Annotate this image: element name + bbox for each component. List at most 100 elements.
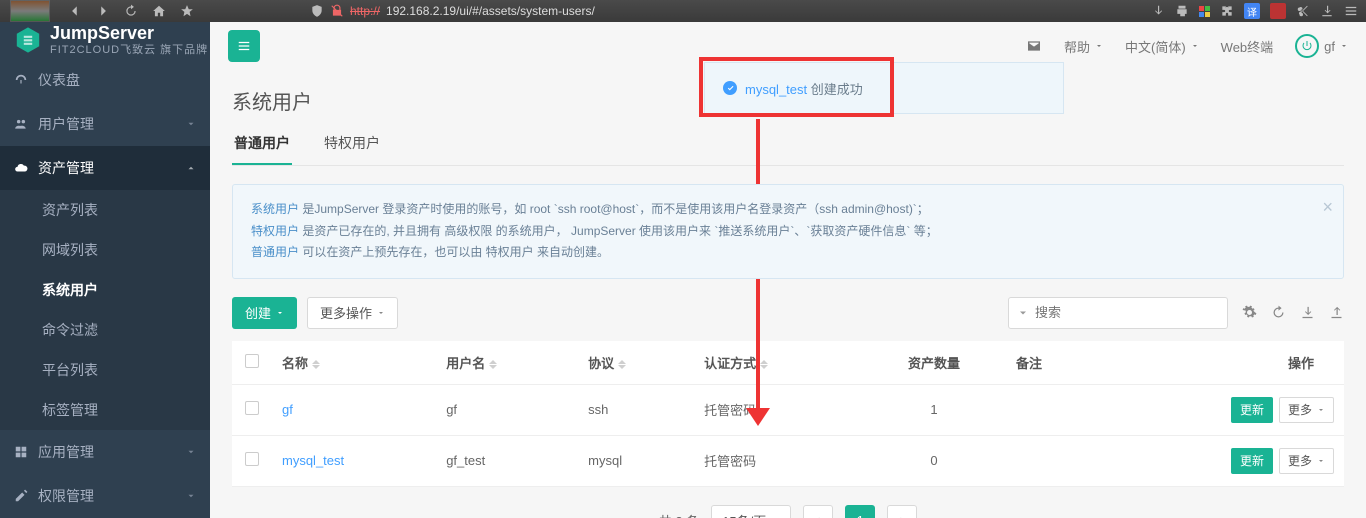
toast-link[interactable]: mysql_test [745,82,807,97]
import-icon[interactable] [1329,305,1344,320]
search-input[interactable] [1035,305,1219,320]
close-icon[interactable]: × [1322,191,1333,223]
web-terminal-link[interactable]: Web终端 [1221,37,1274,56]
row-checkbox[interactable] [245,452,259,466]
cell-protocol: ssh [578,384,694,435]
prev-page[interactable] [803,505,833,518]
page-size-select[interactable]: 15条/页 [711,505,791,518]
toolbar: 创建 更多操作 [232,297,1344,329]
tab-normal-user[interactable]: 普通用户 [232,123,292,165]
search-box[interactable] [1008,297,1228,329]
save-down-icon[interactable] [1320,4,1334,18]
sidebar-item-dashboard[interactable]: 仪表盘 [0,58,210,102]
mail-button[interactable] [1026,38,1042,54]
more-label: 更多 [1288,401,1312,418]
col-ops: 操作 [1098,341,1344,385]
sidebar-item-apps[interactable]: 应用管理 [0,430,210,474]
home-icon[interactable] [152,4,166,18]
table-row: mysql_test gf_test mysql 托管密码 0 更新 更多 [232,435,1344,486]
shield-icon [310,4,324,18]
logo-slogan: FIT2CLOUD飞致云 旗下品牌 [50,44,208,56]
name-link[interactable]: mysql_test [282,453,344,468]
sidebar-item-assets[interactable]: 资产管理 [0,146,210,190]
subnav-system-users[interactable]: 系统用户 [0,270,210,310]
annotation-arrow-head [746,408,770,426]
update-button[interactable]: 更新 [1231,448,1273,474]
star-icon[interactable] [180,4,194,18]
url-http: http:// [350,4,380,18]
translate-icon[interactable]: 译 [1244,3,1260,19]
logo[interactable]: JumpServer FIT2CLOUD飞致云 旗下品牌 [0,22,210,58]
select-all-checkbox[interactable] [245,354,259,368]
cell-assets: 1 [862,384,1006,435]
gear-icon[interactable] [1242,305,1257,320]
subnav-platform-list[interactable]: 平台列表 [0,350,210,390]
subnav-cmd-filter[interactable]: 命令过滤 [0,310,210,350]
export-icon[interactable] [1300,305,1315,320]
subnav-asset-list[interactable]: 资产列表 [0,190,210,230]
users-icon [14,117,28,131]
download-icon[interactable] [1151,4,1165,18]
scissors-icon[interactable] [1296,4,1310,18]
alert-text: 是资产已存在的, 并且拥有 高级权限 的系统用户， JumpServer 使用该… [299,224,938,238]
refresh-icon[interactable] [1271,305,1286,320]
user-dropdown[interactable]: gf [1295,34,1348,58]
forward-icon[interactable] [96,4,110,18]
page-size-label: 15条/页 [722,511,766,518]
subnav-label-mgmt[interactable]: 标签管理 [0,390,210,430]
sidebar-toggle[interactable] [228,30,260,62]
extension-icon[interactable] [1270,3,1286,19]
subnav-domain-list[interactable]: 网域列表 [0,230,210,270]
puzzle-icon[interactable] [1220,4,1234,18]
col-auth[interactable]: 认证方式 [694,341,862,385]
alert-keyword: 普通用户 [251,245,299,259]
sidebar-label: 权限管理 [38,486,94,506]
sidebar-item-perms[interactable]: 权限管理 [0,474,210,518]
apps-icon[interactable] [1199,6,1210,17]
hamburger-icon [237,39,251,53]
chevron-down-icon [1340,42,1348,50]
url-text[interactable]: 192.168.2.19/ui/#/assets/system-users/ [386,4,595,18]
main-content: 帮助 中文(简体) Web终端 gf mysql_test 创建成功 系统用户 … [210,22,1366,518]
print-icon[interactable] [1175,4,1189,18]
cell-auth: 托管密码 [694,435,862,486]
cell-assets: 0 [862,435,1006,486]
create-button[interactable]: 创建 [232,297,297,329]
sidebar: JumpServer FIT2CLOUD飞致云 旗下品牌 仪表盘 用户管理 资产… [0,22,210,518]
next-page[interactable] [887,505,917,518]
toast-suffix: 创建成功 [807,82,863,97]
success-toast: mysql_test 创建成功 [704,62,1064,114]
col-name[interactable]: 名称 [272,341,436,385]
menu-icon[interactable] [1344,4,1358,18]
tab-privileged-user[interactable]: 特权用户 [322,123,382,165]
col-username[interactable]: 用户名 [436,341,578,385]
reload-icon[interactable] [124,4,138,18]
language-dropdown[interactable]: 中文(简体) [1125,37,1199,56]
chevron-down-icon [276,309,284,317]
chevron-down-icon[interactable] [1017,307,1029,319]
check-circle-icon [723,81,737,95]
row-checkbox[interactable] [245,401,259,415]
col-protocol[interactable]: 协议 [578,341,694,385]
chevron-down-icon [1317,406,1325,414]
pagination-total: 共 2 条 [659,511,699,518]
chevron-down-icon [186,447,196,457]
chevron-down-icon [1191,42,1199,50]
update-button[interactable]: 更新 [1231,397,1273,423]
more-button[interactable]: 更多 [1279,448,1334,474]
cell-protocol: mysql [578,435,694,486]
more-ops-button[interactable]: 更多操作 [307,297,398,329]
avatar [1295,34,1319,58]
create-label: 创建 [245,303,271,322]
more-button[interactable]: 更多 [1279,397,1334,423]
cell-remark [1006,384,1098,435]
back-icon[interactable] [68,4,82,18]
info-alert: × 系统用户 是JumpServer 登录资产时使用的账号，如 root `ss… [232,184,1344,279]
page-number[interactable]: 1 [845,505,875,518]
lang-label: 中文(简体) [1125,37,1186,56]
sidebar-item-users[interactable]: 用户管理 [0,102,210,146]
power-icon [1301,40,1313,52]
name-link[interactable]: gf [282,402,293,417]
chevron-down-icon [186,491,196,501]
help-dropdown[interactable]: 帮助 [1064,37,1103,56]
